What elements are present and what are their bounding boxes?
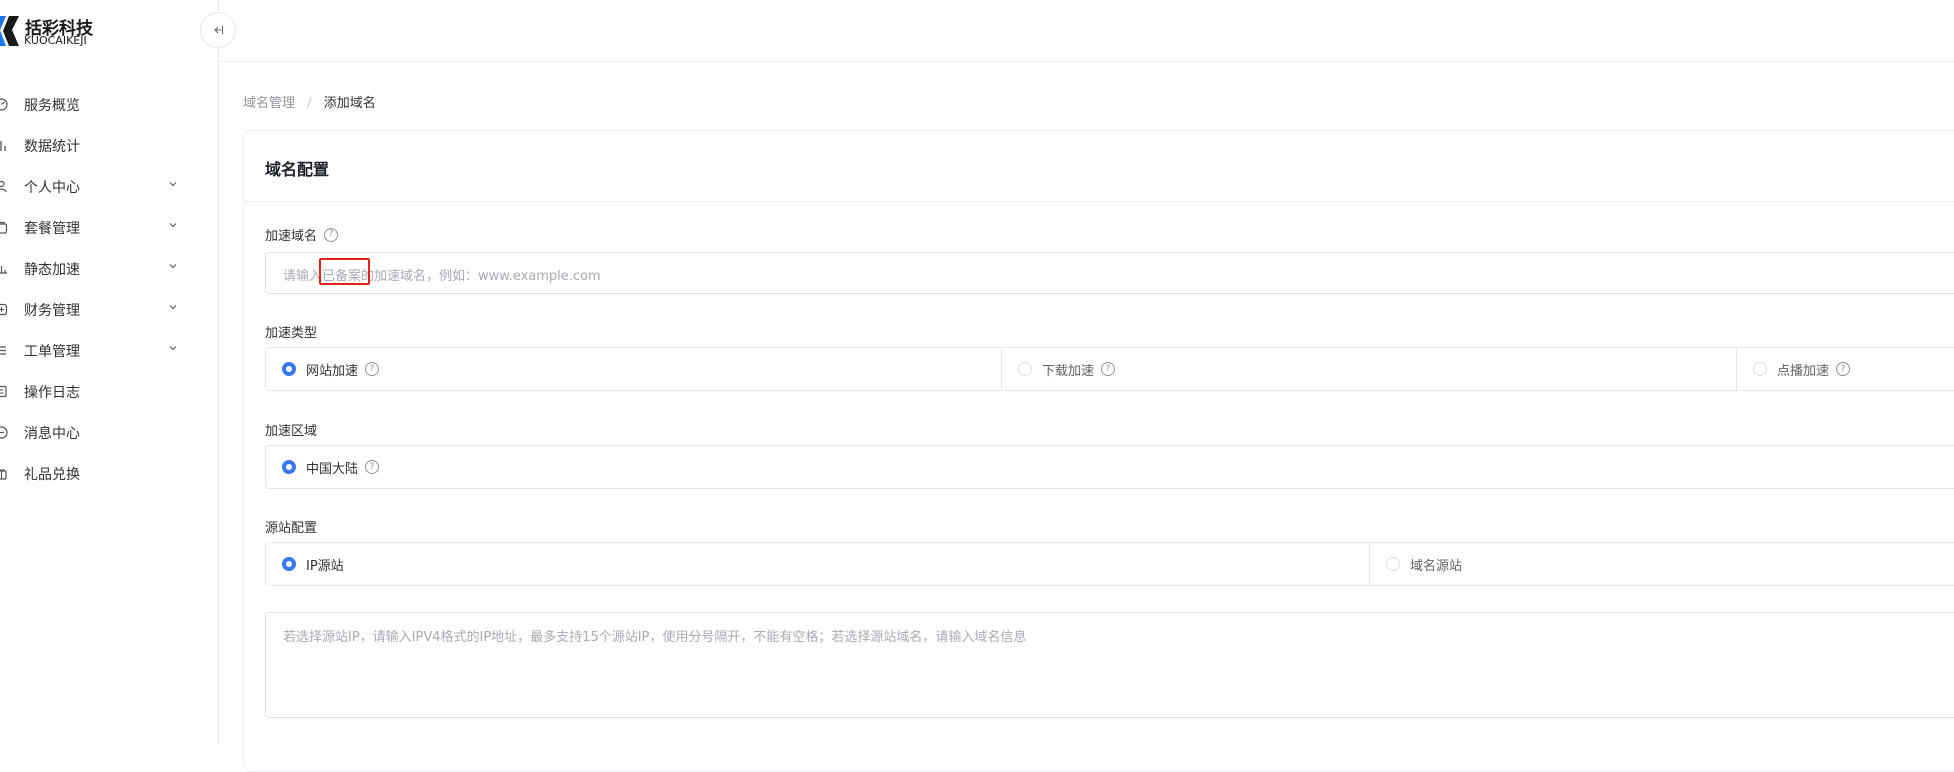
help-icon[interactable]: ? — [1836, 362, 1851, 376]
collapse-left-icon — [214, 26, 224, 34]
radio-checked-icon — [282, 362, 296, 376]
sidebar-item-statistics[interactable]: 数据统计 — [0, 125, 218, 166]
sidebar: 括彩科技 KUOCAIKEJI 服务概览 数据统计 个人中心 套餐管理 静态加速… — [0, 0, 219, 743]
sidebar-item-tickets[interactable]: 工单管理 — [0, 330, 218, 371]
sidebar-item-gift-exchange[interactable]: 礼品兑换 — [0, 453, 218, 494]
origin-config-label-text: 源站配置 — [265, 521, 318, 536]
help-icon[interactable]: ? — [365, 362, 380, 376]
message-icon — [0, 426, 8, 440]
package-icon — [0, 221, 8, 235]
radio-label: 中国大陆 — [306, 461, 359, 477]
sidebar-item-packages[interactable]: 套餐管理 — [0, 207, 218, 248]
sidebar-item-label: 静态加速 — [24, 261, 80, 278]
breadcrumb-current: 添加域名 — [323, 96, 376, 111]
radio-download-acceleration[interactable]: 下载加速 ? — [1001, 348, 1737, 390]
log-icon — [0, 385, 8, 399]
radio-label: 网站加速 — [306, 363, 359, 379]
help-icon[interactable]: ? — [365, 460, 380, 474]
origin-type-radio-group: IP源站 域名源站 — [265, 542, 1954, 586]
breadcrumb: 域名管理 / 添加域名 — [243, 92, 376, 111]
chart-icon — [0, 139, 8, 153]
sidebar-item-finance[interactable]: 财务管理 — [0, 289, 218, 330]
annotation-highlight-box — [319, 258, 370, 285]
brand-name-en: KUOCAIKEJI — [24, 34, 87, 47]
accel-region-radio-group: 中国大陆 ? — [265, 445, 1954, 489]
brand-logo[interactable]: 括彩科技 KUOCAIKEJI — [0, 12, 100, 52]
card-header: 域名配置 — [244, 131, 1954, 202]
accel-region-label-text: 加速区域 — [265, 424, 318, 439]
origin-address-textarea[interactable]: 若选择源站IP，请输入IPV4格式的IP地址，最多支持15个源站IP，使用分号隔… — [265, 612, 1954, 718]
radio-label: IP源站 — [306, 558, 344, 574]
domain-config-card: 域名配置 加速域名 ? 请输入已备案的加速域名，例如：www.example.c… — [243, 130, 1954, 772]
dashboard-icon — [0, 98, 8, 112]
radio-vod-acceleration[interactable]: 点播加速 ? — [1736, 348, 1954, 390]
ticket-icon — [0, 344, 8, 358]
radio-label: 域名源站 — [1410, 558, 1463, 574]
sidebar-item-static-acceleration[interactable]: 静态加速 — [0, 248, 218, 289]
sidebar-menu: 服务概览 数据统计 个人中心 套餐管理 静态加速 财务管理 工单管理 操作日志 … — [0, 84, 218, 494]
radio-label: 点播加速 — [1777, 363, 1830, 379]
radio-domain-origin[interactable]: 域名源站 — [1369, 543, 1954, 585]
sidebar-item-overview[interactable]: 服务概览 — [0, 84, 218, 125]
breadcrumb-parent-link[interactable]: 域名管理 — [243, 96, 295, 111]
chevron-down-icon — [169, 223, 177, 228]
radio-mainland-china[interactable]: 中国大陆 ? — [266, 446, 1001, 488]
breadcrumb-separator: / — [307, 96, 312, 111]
chevron-down-icon — [169, 346, 177, 351]
radio-ip-origin[interactable]: IP源站 — [266, 543, 1369, 585]
sidebar-item-messages[interactable]: 消息中心 — [0, 412, 218, 453]
sidebar-item-label: 操作日志 — [24, 384, 80, 401]
sidebar-item-label: 服务概览 — [24, 97, 80, 114]
accel-type-radio-group: 网站加速 ? 下载加速 ? 点播加速 ? — [265, 347, 1954, 391]
finance-icon — [0, 303, 8, 317]
sidebar-item-label: 个人中心 — [24, 179, 80, 196]
chevron-down-icon — [169, 305, 177, 310]
domain-field-label: 加速域名 ? — [265, 225, 339, 244]
sidebar-item-label: 礼品兑换 — [24, 466, 80, 483]
chevron-down-icon — [169, 182, 177, 187]
sidebar-item-label: 消息中心 — [24, 425, 80, 442]
sidebar-item-label: 财务管理 — [24, 302, 80, 319]
domain-label-text: 加速域名 — [265, 229, 318, 244]
radio-website-acceleration[interactable]: 网站加速 ? — [266, 348, 1001, 390]
origin-textarea-placeholder: 若选择源站IP，请输入IPV4格式的IP地址，最多支持15个源站IP，使用分号隔… — [283, 630, 1027, 645]
accel-region-label: 加速区域 — [265, 420, 317, 439]
sidebar-collapse-button[interactable] — [200, 12, 236, 48]
radio-unchecked-icon — [1753, 362, 1767, 376]
top-header — [219, 0, 1954, 62]
accel-type-label-text: 加速类型 — [265, 326, 318, 341]
accelerate-icon — [0, 262, 8, 276]
accel-type-label: 加速类型 — [265, 322, 317, 341]
origin-config-label: 源站配置 — [265, 517, 317, 536]
sidebar-item-label: 数据统计 — [24, 138, 80, 155]
sidebar-item-label: 工单管理 — [24, 343, 80, 360]
user-icon — [0, 180, 8, 194]
help-icon[interactable]: ? — [324, 227, 339, 242]
logo-mark-icon — [0, 16, 19, 46]
sidebar-item-operation-log[interactable]: 操作日志 — [0, 371, 218, 412]
domain-input[interactable]: 请输入已备案的加速域名，例如：www.example.com — [265, 252, 1954, 294]
radio-unchecked-icon — [1386, 557, 1400, 571]
chevron-down-icon — [169, 264, 177, 269]
help-icon[interactable]: ? — [1101, 362, 1116, 376]
radio-checked-icon — [282, 557, 296, 571]
card-title: 域名配置 — [265, 160, 330, 179]
gift-icon — [0, 467, 8, 481]
sidebar-item-profile[interactable]: 个人中心 — [0, 166, 218, 207]
radio-checked-icon — [282, 460, 296, 474]
radio-label: 下载加速 — [1042, 363, 1095, 379]
radio-unchecked-icon — [1018, 362, 1032, 376]
sidebar-item-label: 套餐管理 — [24, 220, 80, 237]
